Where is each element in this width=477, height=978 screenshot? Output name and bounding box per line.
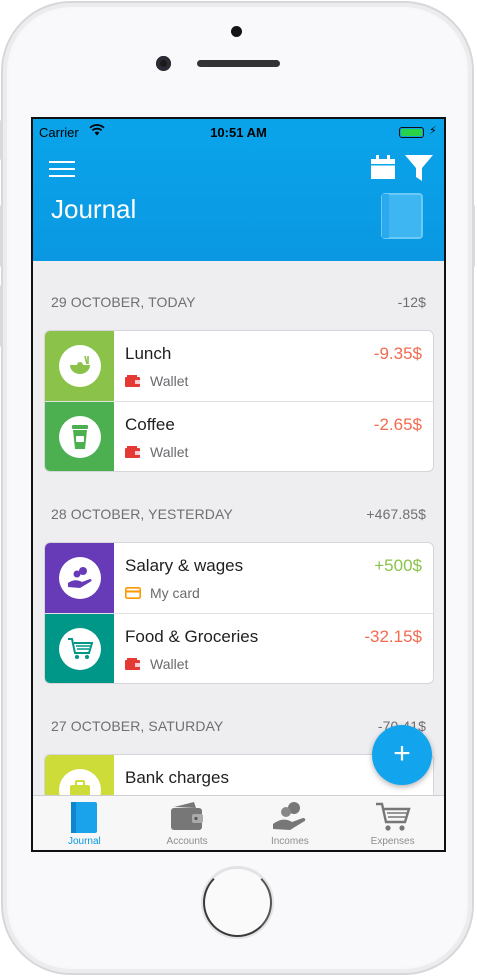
category-badge — [45, 402, 114, 471]
day-header: 27 OCTOBER, SATURDAY -70.41$ — [51, 718, 426, 734]
day-card: Lunch Wallet -9.35$ Coffee Wallet -2.65$ — [44, 330, 434, 472]
app-screen: Carrier 10:51 AM ⚡ Journal 29 OCTOBER, T… — [31, 117, 446, 852]
earpiece-speaker — [197, 60, 280, 67]
side-button-volume-up — [0, 205, 3, 267]
day-total: +467.85$ — [366, 506, 426, 522]
tab-bar: Journal Accounts Incomes Expenses — [33, 795, 444, 850]
menu-icon-line — [49, 161, 75, 163]
side-button-volume-down — [0, 285, 3, 347]
menu-button[interactable] — [49, 161, 75, 179]
journal-book-icon — [71, 802, 98, 833]
tab-accounts[interactable]: Accounts — [136, 796, 239, 850]
status-bar: Carrier 10:51 AM ⚡ — [33, 123, 444, 141]
tab-label: Incomes — [270, 836, 309, 847]
journal-list[interactable]: 29 OCTOBER, TODAY -12$ Lunch Wallet -9.3… — [33, 261, 444, 795]
day-header: 28 OCTOBER, YESTERDAY +467.85$ — [51, 506, 426, 522]
category-badge — [45, 543, 114, 613]
tab-journal[interactable]: Journal — [33, 796, 136, 850]
transaction-title: Lunch — [125, 344, 172, 363]
home-button[interactable] — [201, 866, 274, 939]
day-label: 28 OCTOBER, YESTERDAY — [51, 506, 233, 522]
calendar-icon[interactable] — [369, 153, 397, 181]
bank-charges-icon — [69, 780, 90, 795]
battery-icon — [399, 127, 424, 138]
transaction-amount: -2.65$ — [373, 415, 422, 434]
app-header: Carrier 10:51 AM ⚡ Journal — [33, 119, 444, 261]
day-label: 27 OCTOBER, SATURDAY — [51, 718, 224, 734]
transaction-title: Salary & wages — [125, 556, 244, 575]
tab-label: Expenses — [370, 836, 415, 847]
tab-incomes[interactable]: Incomes — [239, 796, 342, 850]
wallet-icon — [125, 446, 140, 458]
proximity-sensor — [231, 26, 242, 37]
account-name: Wallet — [150, 656, 189, 672]
transaction-title: Bank charges — [125, 768, 229, 787]
transaction-amount: -9.35$ — [373, 344, 422, 363]
wallet-icon — [171, 802, 204, 830]
transaction-title: Coffee — [125, 415, 175, 434]
menu-icon-line — [49, 168, 75, 170]
clock: 10:51 AM — [210, 125, 267, 140]
side-button-silent — [0, 120, 3, 160]
account-name: Wallet — [150, 373, 189, 389]
wallet-icon — [125, 658, 140, 670]
wallet-icon — [125, 375, 140, 387]
credit-card-icon — [125, 587, 141, 599]
day-card: Salary & wages My card +500$ Food & Groc… — [44, 542, 434, 684]
grocery-cart-icon — [67, 638, 93, 659]
salary-hand-icon — [67, 567, 91, 588]
day-header: 29 OCTOBER, TODAY -12$ — [51, 294, 426, 310]
category-badge — [45, 331, 114, 401]
coffee-cup-icon — [71, 425, 88, 449]
transaction-amount: +500$ — [374, 556, 422, 575]
cart-icon — [375, 802, 411, 831]
journal-book-icon — [381, 193, 423, 239]
menu-icon-line — [49, 175, 75, 177]
charging-bolt-icon: ⚡ — [429, 125, 437, 137]
front-camera — [156, 56, 171, 71]
category-badge — [45, 614, 114, 683]
tab-label: Accounts — [166, 836, 208, 847]
transaction-account: Wallet — [125, 373, 188, 389]
tab-label: Journal — [67, 836, 101, 847]
transaction-row[interactable]: Coffee Wallet -2.65$ — [45, 401, 433, 471]
tab-expenses[interactable]: Expenses — [341, 796, 444, 850]
income-hand-icon — [272, 802, 306, 830]
transaction-row[interactable]: Food & Groceries Wallet -32.15$ — [45, 613, 433, 683]
transaction-row[interactable]: Salary & wages My card +500$ — [45, 543, 433, 613]
transaction-amount: -32.15$ — [364, 627, 422, 646]
day-label: 29 OCTOBER, TODAY — [51, 294, 196, 310]
account-name: My card — [150, 585, 200, 601]
account-name: Wallet — [150, 444, 189, 460]
transaction-title: Food & Groceries — [125, 627, 259, 646]
page-title: Journal — [51, 194, 137, 224]
filter-icon[interactable] — [404, 153, 434, 183]
lunch-bowl-icon — [69, 355, 90, 374]
add-transaction-button[interactable]: + — [372, 725, 432, 785]
transaction-account: My card — [125, 585, 200, 601]
side-button-power — [472, 205, 475, 267]
day-total: -12$ — [397, 294, 426, 310]
transaction-account: Wallet — [125, 444, 188, 460]
category-badge — [45, 755, 114, 795]
transaction-account: Wallet — [125, 656, 188, 672]
transaction-row[interactable]: Lunch Wallet -9.35$ — [45, 331, 433, 401]
